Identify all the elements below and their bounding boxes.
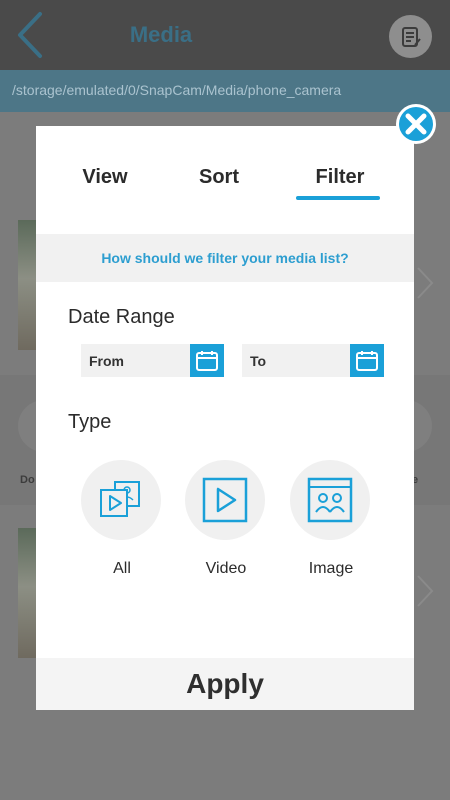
chevron-right-icon [416,266,434,300]
type-title: Type [68,411,112,433]
active-tab-indicator [296,196,380,200]
all-media-icon [100,481,140,517]
type-option-circle [185,460,265,540]
type-option-circle [81,460,161,540]
background-label: Do [20,474,35,486]
page-title: Media [129,22,193,47]
type-option-label: Video [205,560,247,577]
dialog-tabs: View Sort Filter [36,126,414,234]
tab-filter[interactable]: Filter [290,166,390,189]
close-button[interactable] [396,104,436,144]
calendar-icon [356,350,378,371]
path-bar: /storage/emulated/0/SnapCam/Media/phone_… [0,70,450,112]
tab-view[interactable]: View [55,166,155,189]
type-option-label: Image [308,560,354,577]
chevron-right-icon [416,574,434,608]
image-icon [307,477,353,523]
video-icon [202,477,248,523]
date-from-placeholder: From [89,353,124,369]
date-to-field[interactable]: To [242,344,384,377]
media-thumbnail [18,528,38,658]
top-app-bar: Media [0,0,450,70]
type-option-label: All [113,560,131,577]
calendar-icon [196,350,218,371]
notes-icon [401,26,421,47]
date-range-title: Date Range [68,306,175,328]
media-thumbnail [18,220,38,350]
type-option-all[interactable]: All [81,460,163,578]
date-to-placeholder: To [250,353,267,369]
type-option-image[interactable]: Image [290,460,372,578]
date-to-calendar-button[interactable] [350,344,384,377]
type-option-circle [290,460,370,540]
apply-button[interactable]: Apply [36,658,414,710]
type-option-video[interactable]: Video [185,460,267,578]
date-from-calendar-button[interactable] [190,344,224,377]
tab-sort[interactable]: Sort [169,166,269,189]
notes-button[interactable] [389,15,432,58]
close-icon [399,107,433,141]
date-from-field[interactable]: From [81,344,224,377]
filter-question: How should we filter your media list? [36,234,414,282]
filter-dialog: View Sort Filter How should we filter yo… [36,126,414,710]
